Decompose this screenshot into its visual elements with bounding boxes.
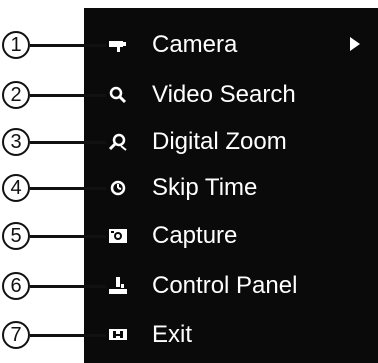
- callout-leader-line: [30, 44, 106, 47]
- menu-item-control-panel[interactable]: Control Panel: [84, 266, 378, 306]
- callout-number: 3: [2, 128, 30, 156]
- callout-leader-line: [30, 141, 106, 144]
- callout-leader-line: [30, 187, 106, 190]
- callout-6: 6: [0, 266, 120, 306]
- menu-item-digital-zoom[interactable]: Digital Zoom: [84, 122, 378, 162]
- submenu-arrow-icon: [350, 37, 360, 51]
- menu-item-label: Camera: [152, 31, 238, 58]
- callout-2: 2: [0, 75, 120, 115]
- callout-leader-line: [30, 334, 106, 337]
- callout-5: 5: [0, 216, 120, 256]
- callout-number: 6: [2, 272, 30, 300]
- callout-number: 4: [2, 174, 30, 202]
- menu-item-label: Skip Time: [152, 174, 258, 201]
- menu-item-camera[interactable]: Camera: [84, 25, 378, 65]
- callout-number: 5: [2, 222, 30, 250]
- menu-item-label: Control Panel: [152, 272, 298, 299]
- menu-item-label: Digital Zoom: [152, 128, 287, 155]
- menu-item-label: Capture: [152, 222, 238, 249]
- menu-item-capture[interactable]: Capture: [84, 216, 378, 256]
- menu-item-label: Exit: [152, 321, 193, 348]
- callout-4: 4: [0, 168, 120, 208]
- callout-leader-line: [30, 285, 106, 288]
- menu-diagram: Camera Video Search Digital Zoom Skip Ti…: [0, 0, 378, 363]
- callout-1: 1: [0, 25, 120, 65]
- callout-leader-line: [30, 94, 106, 97]
- callout-number: 2: [2, 81, 30, 109]
- callout-number: 1: [2, 31, 30, 59]
- callout-leader-line: [30, 235, 106, 238]
- callout-3: 3: [0, 122, 120, 162]
- menu-item-label: Video Search: [152, 81, 296, 108]
- menu-item-skip-time[interactable]: Skip Time: [84, 168, 378, 208]
- callout-7: 7: [0, 315, 120, 355]
- menu-item-video-search[interactable]: Video Search: [84, 75, 378, 115]
- callout-number: 7: [2, 321, 30, 349]
- menu-item-exit[interactable]: Exit: [84, 315, 378, 355]
